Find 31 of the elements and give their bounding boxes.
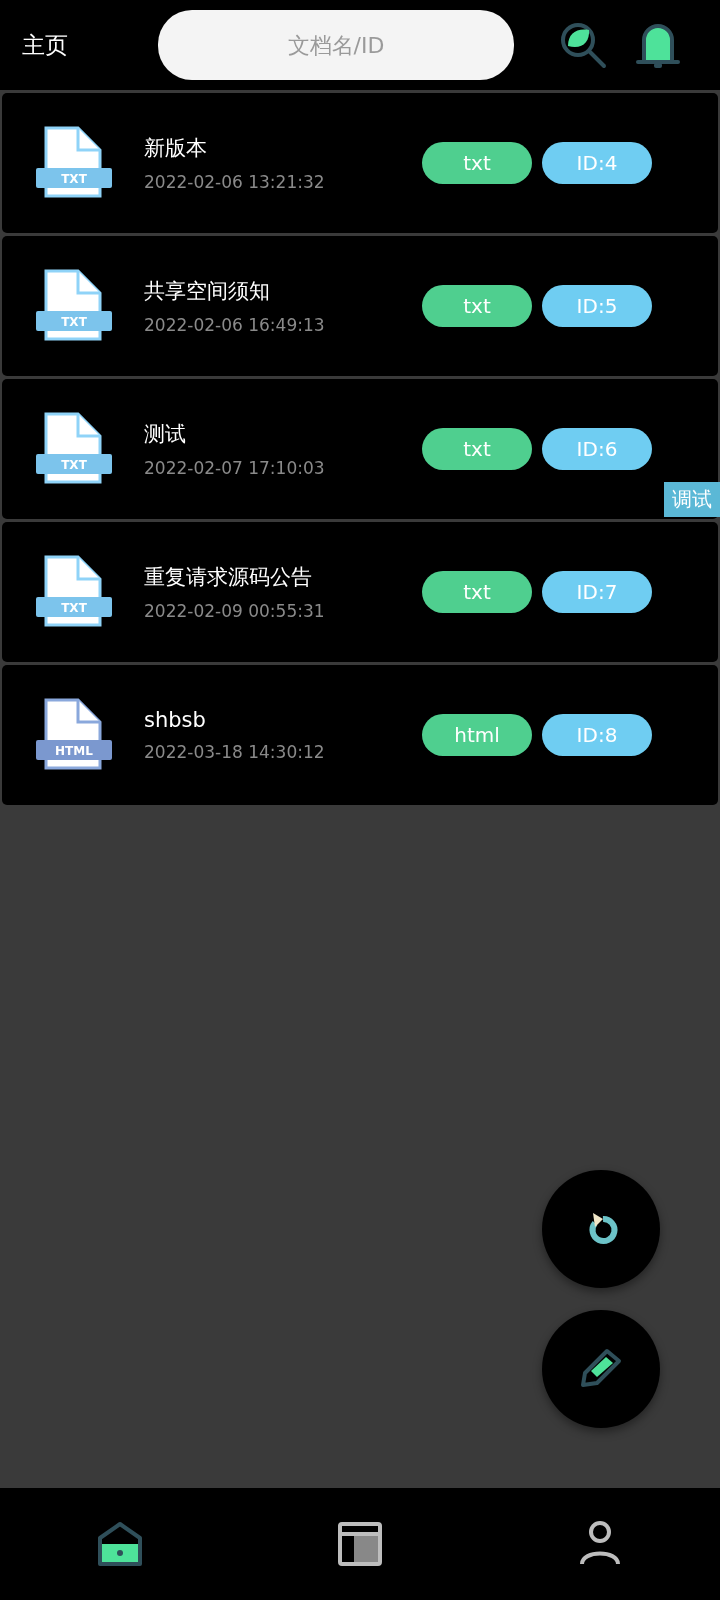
document-date: 2022-03-18 14:30:12 <box>144 742 326 762</box>
search-icon[interactable] <box>558 20 608 70</box>
search-field[interactable]: 文档名/ID <box>158 10 514 80</box>
document-name: 测试 <box>144 421 187 448</box>
nav-tab[interactable] <box>96 1520 144 1568</box>
file-type-tag: txt <box>422 571 532 613</box>
document-name: 共享空间须知 <box>144 278 271 305</box>
document-date: 2022-02-06 16:49:13 <box>144 315 326 335</box>
layout-icon <box>336 1520 384 1568</box>
file-type-tag: html <box>422 714 532 756</box>
document-id-tag: ID:7 <box>542 571 652 613</box>
nav-tab[interactable] <box>336 1520 384 1568</box>
document-card[interactable]: HTML shbsb 2022-03-18 14:30:12 html ID:8 <box>2 665 718 805</box>
file-type-tag: txt <box>422 428 532 470</box>
page-title: 主页 <box>22 30 69 60</box>
file-type-tag: txt <box>422 285 532 327</box>
document-name: 新版本 <box>144 135 208 162</box>
document-date: 2022-02-07 17:10:03 <box>144 458 326 478</box>
home-icon <box>96 1520 144 1568</box>
file-type-tag: txt <box>422 142 532 184</box>
document-card[interactable]: TXT 共享空间须知 2022-02-06 16:49:13 txt ID:5 <box>2 236 718 376</box>
document-id-tag: ID:4 <box>542 142 652 184</box>
document-id-tag: ID:5 <box>542 285 652 327</box>
document-date: 2022-02-06 13:21:32 <box>144 172 326 192</box>
document-name: shbsb <box>144 708 207 732</box>
document-card[interactable]: TXT 重复请求源码公告 2022-02-09 00:55:31 txt ID:7 <box>2 522 718 662</box>
document-id-tag: ID:6 <box>542 428 652 470</box>
document-date: 2022-02-09 00:55:31 <box>144 601 326 621</box>
document-id-tag: ID:8 <box>542 714 652 756</box>
document-card[interactable]: TXT 新版本 2022-02-06 13:21:32 txt ID:4 <box>2 93 718 233</box>
document-name: 重复请求源码公告 <box>144 564 313 591</box>
